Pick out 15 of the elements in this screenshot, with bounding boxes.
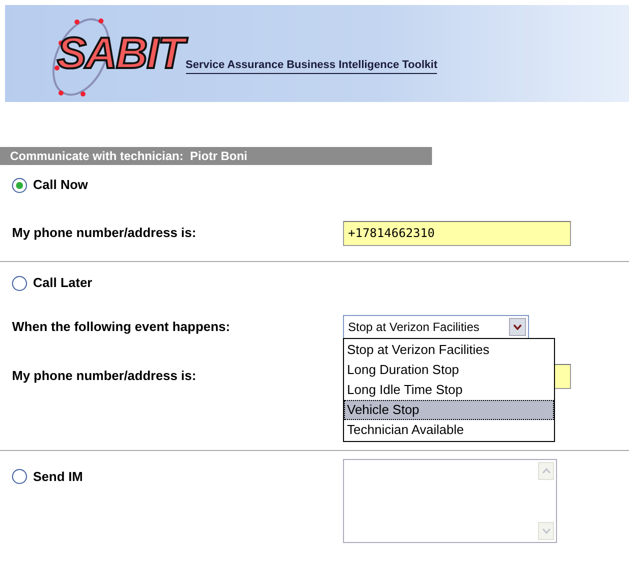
event-dropdown[interactable]: Stop at Verizon Facilities [343,315,529,339]
option-label[interactable]: Call Later [33,273,92,293]
option-label[interactable]: Call Now [33,175,88,195]
dropdown-option[interactable]: Long Duration Stop [344,360,554,380]
dropdown-option[interactable]: Stop at Verizon Facilities [344,340,554,360]
field-label: When the following event happens: [11,318,232,336]
field-label: My phone number/address is: [11,367,198,386]
dropdown-option[interactable]: Vehicle Stop [344,400,554,420]
dropdown-option[interactable]: Long Idle Time Stop [344,380,554,400]
dropdown-option[interactable]: Technician Available [344,420,554,440]
tagline: Service Assurance Business Intelligence Toolkit [186,56,438,74]
section-title-bar: Communicate with technician: Piotr Boni [0,147,432,165]
field-label: My phone number/address is: [11,224,198,242]
phone-input[interactable]: +17814662310 [343,220,571,246]
option-label[interactable]: Send IM [33,467,83,486]
